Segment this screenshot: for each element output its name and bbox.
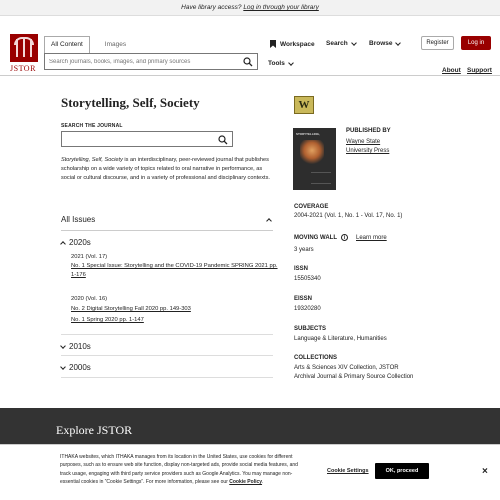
nav-browse[interactable]: Browse (369, 39, 402, 47)
chevron-down-icon (288, 59, 294, 66)
publisher-link[interactable]: Wayne State University Press (346, 138, 406, 156)
coverage-value: 2004-2021 (Vol. 1, No. 1 - Vol. 17, No. … (294, 213, 403, 219)
nav-tools-label: Tools (268, 60, 285, 67)
moving-wall-label: MOVING WALL (294, 234, 337, 241)
subjects-label: SUBJECTS (294, 326, 327, 332)
bookmark-icon (270, 40, 276, 48)
eissn-label: EISSN (294, 296, 313, 302)
chevron-up-icon (60, 241, 66, 247)
library-access-text: Have library access? (181, 4, 242, 11)
jstor-logo[interactable]: JSTOR (10, 34, 40, 74)
all-issues-toggle[interactable]: All Issues (61, 215, 273, 231)
register-button[interactable]: Register (421, 36, 454, 50)
library-access-bar: Have library access? Log in through your… (0, 0, 500, 16)
decade-label: 2000s (69, 363, 91, 372)
decade-label: 2010s (69, 342, 91, 351)
published-by-label: PUBLISHED BY (346, 128, 391, 134)
nav-search-label: Search (326, 40, 348, 47)
collections-value: Arts & Sciences XIV Collection, JSTOR Ar… (294, 365, 414, 380)
coverage-label: COVERAGE (294, 204, 329, 210)
moving-wall-value: 3 years (294, 247, 314, 253)
jstor-logo-text: JSTOR (10, 64, 36, 73)
collections-label: COLLECTIONS (294, 355, 337, 361)
search-icon[interactable] (218, 135, 228, 147)
journal-cover: STORYTELLING, (293, 128, 336, 190)
cookie-text: ITHAKA websites, which ITHAKA manages fr… (60, 454, 298, 486)
search-tabs: All Content Images (44, 36, 258, 53)
divider (61, 377, 273, 378)
publisher-logo: W (294, 96, 314, 114)
nav-workspace-label: Workspace (280, 40, 315, 48)
all-issues-label: All Issues (61, 215, 96, 224)
chevron-down-icon (395, 39, 402, 46)
tab-all-content[interactable]: All Content (44, 36, 90, 53)
journal-search-input[interactable] (62, 132, 212, 146)
tab-images[interactable]: Images (89, 36, 142, 53)
issue-link-vol16-no2[interactable]: No. 2 Digital Storytelling Fall 2020 pp.… (71, 305, 281, 314)
nav-search[interactable]: Search (326, 39, 357, 47)
issn-value: 15505340 (294, 276, 321, 282)
journal-description-title: Storytelling, Self, Society (61, 157, 123, 163)
chevron-down-icon (60, 363, 66, 370)
divider (61, 355, 273, 356)
cover-artwork (300, 140, 324, 166)
cover-title: STORYTELLING, (296, 132, 320, 136)
library-login-link[interactable]: Log in through your library (243, 4, 319, 11)
search-icon[interactable] (243, 57, 253, 69)
moving-wall: MOVING WALL i (294, 234, 348, 241)
eissn-value: 19320280 (294, 306, 321, 312)
about-link[interactable]: About (442, 67, 461, 74)
cookie-text-body: ITHAKA websites, which ITHAKA manages fr… (60, 454, 298, 486)
journal-search-box (61, 131, 233, 147)
chevron-down-icon (60, 342, 66, 349)
support-link[interactable]: Support (467, 67, 492, 74)
global-search-input[interactable] (45, 54, 235, 69)
explore-title: Explore JSTOR (56, 423, 133, 437)
search-journal-label: SEARCH THE JOURNAL (61, 123, 123, 129)
cookie-policy-link[interactable]: Cookie Policy (229, 479, 262, 485)
cookie-banner: ITHAKA websites, which ITHAKA manages fr… (0, 444, 500, 500)
nav-tools[interactable]: Tools (268, 59, 294, 67)
issn-label: ISSN (294, 266, 309, 272)
chevron-down-icon (350, 39, 357, 46)
volume-16: 2020 (Vol. 16) (71, 296, 108, 302)
divider (61, 334, 273, 335)
jstor-logo-mark (10, 34, 38, 62)
learn-more-link[interactable]: Learn more (356, 235, 387, 241)
journal-description: Storytelling, Self, Society is an interd… (61, 156, 273, 184)
cookie-ok-button[interactable]: OK, proceed (375, 463, 429, 479)
volume-17: 2021 (Vol. 17) (71, 254, 108, 260)
info-icon[interactable]: i (341, 234, 348, 241)
journal-title: Storytelling, Self, Society (61, 95, 200, 110)
decade-2010s[interactable]: 2010s (60, 342, 273, 351)
decade-2020s[interactable]: 2020s (60, 238, 273, 247)
global-search: All Content Images (44, 36, 258, 70)
nav-workspace[interactable]: Workspace (270, 40, 315, 48)
subjects-value: Language & Literature, Humanities (294, 336, 387, 342)
decade-2000s[interactable]: 2000s (60, 363, 273, 372)
cookie-settings-link[interactable]: Cookie Settings (327, 468, 369, 474)
close-icon[interactable]: × (482, 466, 488, 477)
global-search-box (44, 53, 258, 70)
decade-label: 2020s (69, 238, 91, 247)
issue-link-vol16-no1[interactable]: No. 1 Spring 2020 pp. 1-147 (71, 316, 281, 325)
login-button[interactable]: Log in (461, 36, 491, 50)
site-header: JSTOR All Content Images Workspace Searc… (0, 16, 500, 76)
chevron-up-icon (266, 218, 272, 224)
nav-browse-label: Browse (369, 40, 393, 47)
issue-link-vol17-no1[interactable]: No. 1 Special Issue: Storytelling and th… (71, 262, 281, 280)
